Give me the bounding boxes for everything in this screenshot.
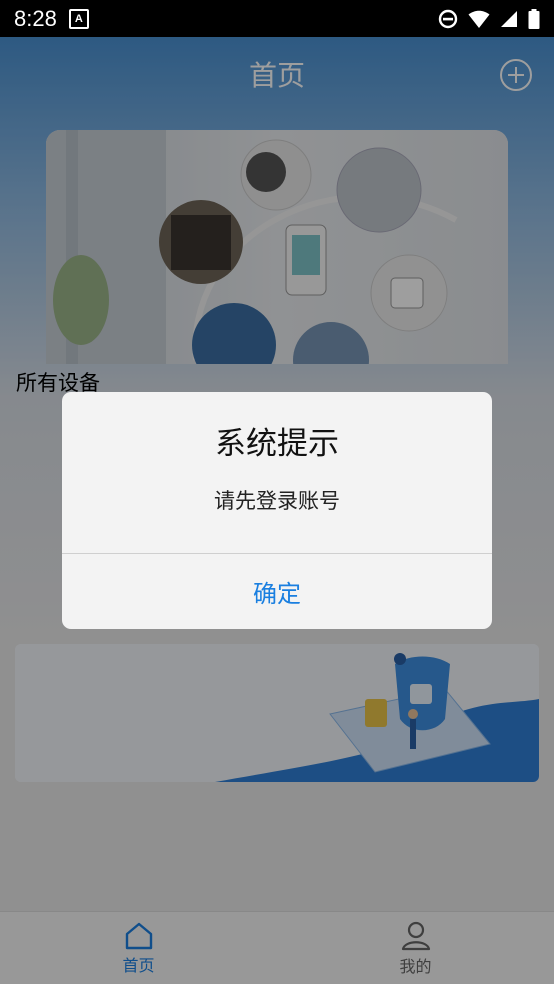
status-bar: 8:28 A [0, 0, 554, 37]
signal-icon [501, 10, 517, 27]
wifi-icon [468, 10, 490, 28]
dialog-message: 请先登录账号 [214, 489, 340, 513]
battery-icon [528, 8, 540, 29]
dialog-title: 系统提示 [215, 426, 339, 462]
notification-app-icon: A [68, 8, 89, 29]
login-required-dialog: 系统提示 请先登录账号 确定 [62, 392, 492, 629]
status-right [438, 8, 540, 29]
status-time: 8:28 [14, 5, 57, 31]
confirm-button[interactable]: 确定 [62, 554, 492, 629]
status-left: 8:28 A [14, 6, 89, 32]
do-not-disturb-icon [438, 9, 458, 28]
